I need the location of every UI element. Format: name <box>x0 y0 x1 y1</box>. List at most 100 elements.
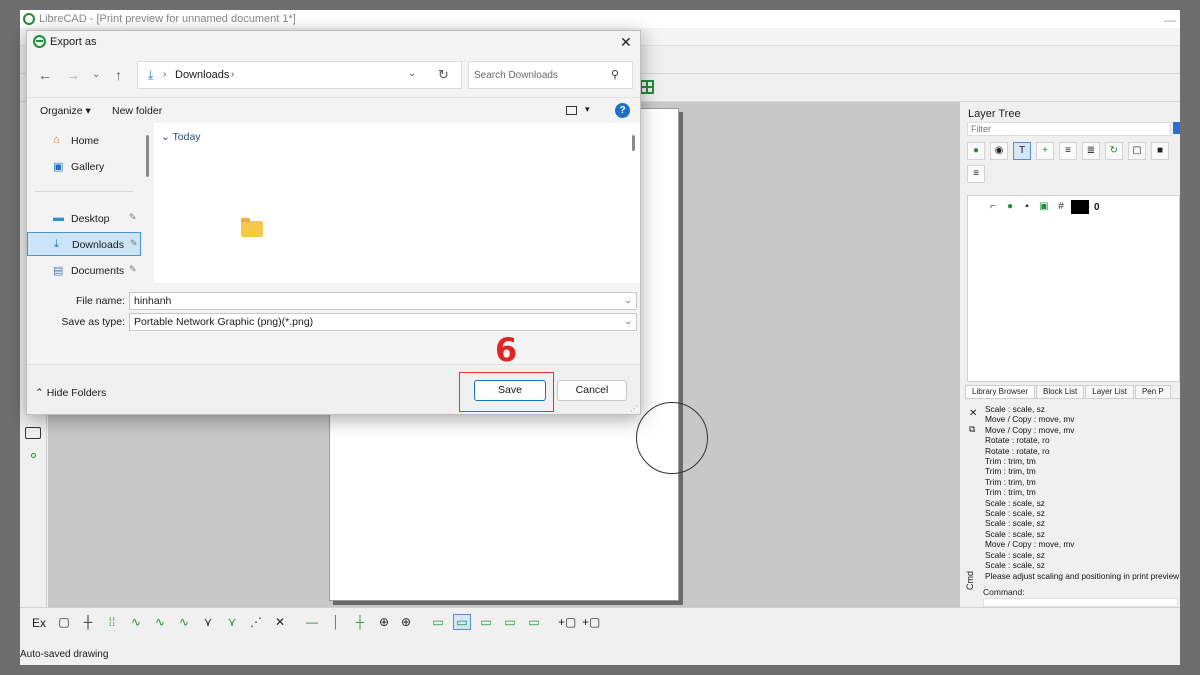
close-icon[interactable]: ✕ <box>620 34 632 51</box>
snap-free-icon[interactable]: ▢ <box>56 615 72 629</box>
pin-icon[interactable]: ✎ <box>129 264 137 275</box>
search-icon[interactable]: ⚲ <box>611 68 619 81</box>
dialog-title: Export as <box>50 36 97 48</box>
close-icon[interactable]: ✕ <box>969 408 977 419</box>
snap-on-entity-icon[interactable]: ∿ <box>128 615 144 629</box>
resize-grip-icon[interactable]: ⋰ <box>630 404 638 413</box>
point-icon[interactable] <box>31 453 36 458</box>
hide-all-layers-icon[interactable]: ◉ <box>990 142 1008 160</box>
chevron-down-icon[interactable]: ⌄ <box>624 316 632 327</box>
float-icon[interactable]: ⧉ <box>969 424 975 435</box>
search-box[interactable]: ⚲ <box>468 61 633 89</box>
snap-grid-icon[interactable]: ┼ <box>80 615 96 629</box>
command-history-line: Move / Copy : move, mv <box>985 414 1075 425</box>
group-header-today[interactable]: ⌄ Today <box>161 131 201 143</box>
view-monitor-selected-icon[interactable]: ▭ <box>453 614 471 630</box>
chevron-down-icon[interactable]: ▾ <box>585 104 590 115</box>
filter-toggle-icon[interactable] <box>1173 122 1180 134</box>
file-name-value[interactable]: hinhanh <box>134 295 171 307</box>
tab-library-browser[interactable]: Library Browser <box>965 385 1036 398</box>
folder-icon[interactable] <box>241 218 263 237</box>
file-scrollbar[interactable] <box>632 135 635 151</box>
file-list[interactable]: ⌄ Today <box>154 123 640 283</box>
chevron-right-icon[interactable]: › <box>231 69 234 80</box>
nav-item-gallery[interactable]: ▣ Gallery <box>27 155 141 179</box>
view-mode-icon[interactable] <box>566 106 577 115</box>
lock-relative-zero-icon[interactable]: ⊕ <box>398 615 414 629</box>
search-input[interactable] <box>474 68 609 82</box>
tab-layer-list[interactable]: Layer List <box>1085 385 1134 398</box>
save-type-value[interactable]: Portable Network Graphic (png)(*.png) <box>134 316 313 328</box>
layer-sort-icon[interactable]: ≣ <box>1082 142 1100 160</box>
view-monitor-3-icon[interactable]: ▭ <box>502 615 518 629</box>
nav-item-downloads[interactable]: ⤓ Downloads ✎ <box>27 232 141 256</box>
layer-list-icon[interactable]: ≡ <box>967 165 985 183</box>
tab-pen-palette[interactable]: Pen P <box>1134 385 1171 398</box>
snap-tangent-icon[interactable]: ⋰ <box>248 615 264 629</box>
snap-intersection-icon[interactable]: ⋎ <box>224 615 240 629</box>
snap-cross-icon[interactable]: ✕ <box>272 615 288 629</box>
layer-add-icon[interactable]: + <box>1036 142 1054 160</box>
restrict-horizontal-icon[interactable]: — <box>304 615 320 629</box>
layer-print-icon[interactable]: ▣ <box>1037 200 1051 214</box>
layer-construction-icon[interactable]: ⌐ <box>986 200 1000 214</box>
chevron-down-icon[interactable]: ⌄ <box>624 295 632 306</box>
layer-refresh-icon[interactable]: ↻ <box>1105 142 1123 160</box>
help-button[interactable]: ? <box>615 103 630 118</box>
add-block-green-icon[interactable]: +▢ <box>582 615 600 629</box>
view-monitor-4-icon[interactable]: ▭ <box>526 615 542 629</box>
view-monitor-icon[interactable]: ▭ <box>430 615 446 629</box>
layer-grid-icon[interactable]: # <box>1054 200 1068 214</box>
snap-endpoints-icon[interactable]: ⁞⁞ <box>104 615 120 629</box>
back-arrow-icon[interactable]: ← <box>38 67 52 83</box>
pin-icon[interactable]: ✎ <box>130 238 138 249</box>
lock-icon[interactable]: ■ <box>1151 142 1169 160</box>
layer-list[interactable]: ⌐ ● ▪ ▣ # 0 <box>967 195 1180 382</box>
layer-lock-icon[interactable]: ▪ <box>1020 200 1034 214</box>
new-folder-button[interactable]: New folder <box>112 105 162 117</box>
refresh-icon[interactable]: ↻ <box>438 67 449 83</box>
layer-align-icon[interactable]: ≡ <box>1059 142 1077 160</box>
pin-icon[interactable]: ✎ <box>129 212 137 223</box>
hide-folders-button[interactable]: ⌃ Hide Folders <box>35 387 106 399</box>
breadcrumb-downloads[interactable]: Downloads <box>175 69 229 81</box>
restrict-ortho-icon[interactable]: ┼ <box>352 615 368 629</box>
command-input[interactable] <box>983 598 1178 607</box>
add-block-icon[interactable]: +▢ <box>558 615 576 629</box>
snap-middle-icon[interactable]: ∿ <box>176 615 192 629</box>
relative-zero-icon[interactable]: ⊕ <box>376 615 392 629</box>
nav-item-documents[interactable]: ▤ Documents ✎ <box>27 259 141 283</box>
layer-filter-input[interactable] <box>967 122 1171 136</box>
view-monitor-2-icon[interactable]: ▭ <box>478 615 494 629</box>
chevron-down-icon[interactable]: ⌄ <box>408 68 416 79</box>
chevron-right-icon[interactable]: › <box>163 69 166 80</box>
command-side: ✕ ⧉ Cmd <box>965 402 983 607</box>
snap-center-icon[interactable]: ∿ <box>152 615 168 629</box>
window-controls-icon[interactable]: — <box>1164 13 1176 27</box>
nav-item-home[interactable]: ⌂ Home <box>27 129 141 153</box>
organize-button[interactable]: Organize ▾ <box>40 105 91 117</box>
nav-item-desktop[interactable]: ▬ Desktop ✎ <box>27 207 141 231</box>
save-type-select[interactable]: Portable Network Graphic (png)(*.png) ⌄ <box>129 313 637 331</box>
restrict-vertical-icon[interactable]: │ <box>328 615 344 629</box>
save-fields: File name: hinhanh ⌄ Save as type: Porta… <box>27 283 640 363</box>
layer-text-icon[interactable]: T <box>1013 142 1031 160</box>
show-all-layers-icon[interactable]: ● <box>967 142 985 160</box>
address-bar[interactable]: ⤓ › Downloads › ⌄ ↻ <box>137 61 462 89</box>
grid-toggle-icon[interactable] <box>640 80 654 94</box>
forward-arrow-icon[interactable]: → <box>66 67 80 83</box>
layer-color-swatch[interactable] <box>1071 200 1089 214</box>
layer-visible-icon[interactable]: ● <box>1003 200 1017 214</box>
layer-row[interactable]: ⌐ ● ▪ ▣ # 0 <box>986 200 1100 214</box>
tab-block-list[interactable]: Block List <box>1036 385 1085 398</box>
cancel-button[interactable]: Cancel <box>557 380 627 401</box>
printer-settings-icon[interactable] <box>25 427 41 439</box>
up-arrow-icon[interactable]: ↑ <box>115 67 122 83</box>
recent-locations-icon[interactable]: ⌄ <box>92 69 100 80</box>
nav-scrollbar[interactable] <box>146 135 149 177</box>
drawing-circle <box>636 402 708 474</box>
unlock-icon[interactable]: ▢ <box>1128 142 1146 160</box>
file-name-field[interactable]: hinhanh ⌄ <box>129 292 637 310</box>
exclusive-snap-button[interactable]: Ex <box>32 616 46 630</box>
snap-distance-icon[interactable]: ⋎ <box>200 615 216 629</box>
